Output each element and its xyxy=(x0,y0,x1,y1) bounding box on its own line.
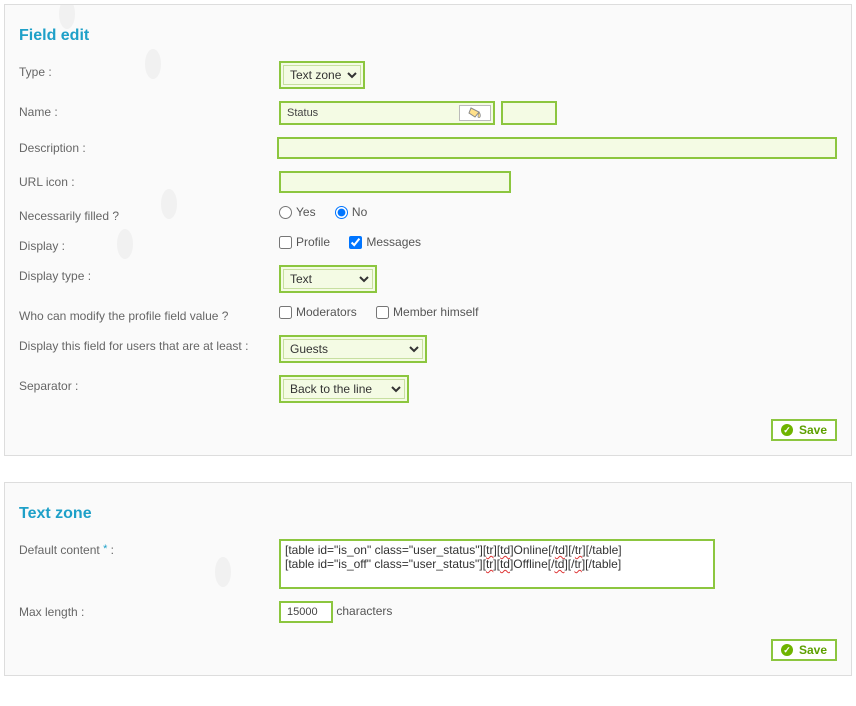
label-display-level: Display this field for users that are at… xyxy=(19,335,279,353)
label-max-length: Max length : xyxy=(19,601,279,619)
display-level-select[interactable]: Guests xyxy=(283,339,423,359)
paint-bucket-icon xyxy=(467,106,483,120)
color-picker-button[interactable] xyxy=(459,105,491,121)
label-name: Name : xyxy=(19,101,279,119)
required-asterisk-icon: * xyxy=(103,543,107,555)
separator-select[interactable]: Back to the line xyxy=(283,379,405,399)
url-icon-input[interactable] xyxy=(279,171,511,193)
type-select[interactable]: Text zone xyxy=(283,65,361,85)
check-circle-icon xyxy=(781,644,793,656)
label-url-icon: URL icon : xyxy=(19,171,279,189)
name-input[interactable] xyxy=(281,103,459,123)
checkbox-profile[interactable]: Profile xyxy=(279,235,330,249)
display-type-select[interactable]: Text xyxy=(283,269,373,289)
label-display: Display : xyxy=(19,235,279,253)
label-who-modify: Who can modify the profile field value ? xyxy=(19,305,279,323)
checkbox-messages[interactable]: Messages xyxy=(349,235,421,249)
radio-no[interactable]: No xyxy=(335,205,367,219)
label-necessarily: Necessarily filled ? xyxy=(19,205,279,223)
save-button[interactable]: Save xyxy=(771,639,837,661)
checkbox-moderators[interactable]: Moderators xyxy=(279,305,357,319)
radio-yes[interactable]: Yes xyxy=(279,205,316,219)
default-content-textarea[interactable]: [table id="is_on" class="user_status"][t… xyxy=(279,539,715,589)
text-zone-panel: Text zone Default content * : [table id=… xyxy=(4,482,852,676)
check-circle-icon xyxy=(781,424,793,436)
checkbox-member[interactable]: Member himself xyxy=(376,305,478,319)
label-display-type: Display type : xyxy=(19,265,279,283)
characters-label: characters xyxy=(336,604,392,618)
panel-title-text-zone: Text zone xyxy=(19,505,837,523)
max-length-input[interactable] xyxy=(279,601,333,623)
field-edit-panel: Field edit Type : Text zone Name : xyxy=(4,4,852,456)
label-separator: Separator : xyxy=(19,375,279,393)
label-description: Description : xyxy=(19,137,277,155)
label-default-content: Default content * : xyxy=(19,539,279,557)
save-button[interactable]: Save xyxy=(771,419,837,441)
label-type: Type : xyxy=(19,61,279,79)
name-color-input[interactable] xyxy=(501,101,557,125)
panel-title-field-edit: Field edit xyxy=(19,27,837,45)
description-input[interactable] xyxy=(277,137,837,159)
